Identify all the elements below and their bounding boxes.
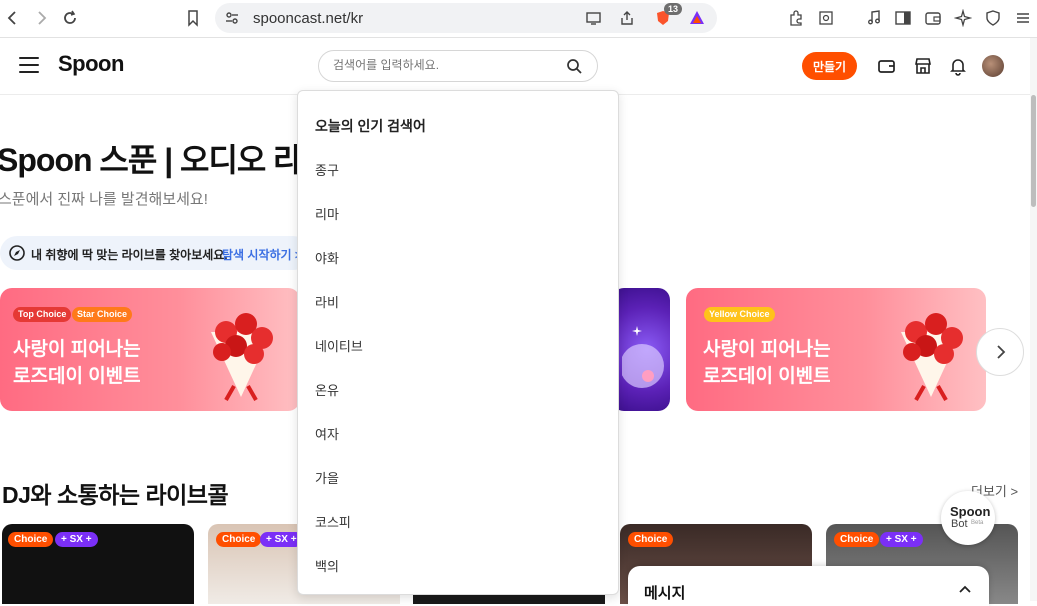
search-icon[interactable] — [565, 57, 583, 75]
event-banner[interactable]: Top Choice Star Choice 사랑이 피어나는 로즈데이 이벤트 — [0, 288, 300, 411]
page-subtitle: 스푼에서 진짜 나를 발견해보세요! — [0, 191, 208, 208]
yellow-choice-tag: Yellow Choice — [704, 307, 775, 322]
install-app-icon[interactable] — [583, 7, 605, 29]
decoration-icon — [622, 326, 664, 388]
spoonbot-beta: Beta — [971, 520, 984, 526]
section-title: DJ와 소통하는 라이브콜 — [2, 482, 229, 508]
choice-badge: Choice — [216, 532, 262, 547]
brave-rewards-icon[interactable] — [686, 7, 708, 29]
address-bar[interactable]: spooncast.net/kr 13 — [215, 3, 717, 33]
banner-title: 사랑이 피어나는 로즈데이 이벤트 — [13, 339, 141, 387]
popular-search-item[interactable]: 코스피 — [315, 512, 351, 531]
live-card[interactable]: Choice + SX + — [2, 524, 194, 604]
choice-badge: Choice — [628, 532, 674, 547]
browser-toolbar: spooncast.net/kr 13 — [0, 0, 1037, 38]
vpn-icon[interactable] — [982, 7, 1004, 29]
sx-badge: + SX + — [55, 532, 98, 547]
popular-search-item[interactable]: 가을 — [315, 468, 339, 487]
message-panel[interactable]: 메시지 — [628, 566, 989, 606]
explore-text: 내 취향에 딱 맞는 라이브를 찾아보세요. — [31, 248, 228, 262]
search-input[interactable] — [333, 58, 563, 72]
explore-banner[interactable]: 내 취향에 딱 맞는 라이브를 찾아보세요. 탐색 시작하기 > — [0, 236, 310, 270]
popular-search-item[interactable]: 여자 — [315, 424, 339, 443]
sidebar-icon[interactable] — [892, 7, 914, 29]
rose-bouquet-icon — [901, 313, 963, 401]
page-title: Spoon 스푼 | 오디오 라 — [0, 142, 303, 178]
scrollbar-thumb[interactable] — [1031, 95, 1036, 207]
rose-bouquet-icon — [211, 313, 273, 401]
spoonbot-label: Spoon — [950, 504, 991, 519]
spoonbot-sublabel: Bot — [951, 518, 968, 530]
search-box[interactable] — [318, 50, 598, 82]
wallet-icon[interactable] — [922, 7, 944, 29]
url-text[interactable]: spooncast.net/kr — [253, 10, 363, 27]
back-icon[interactable] — [2, 7, 24, 29]
explore-link[interactable]: 탐색 시작하기 > — [222, 246, 302, 263]
compass-icon — [9, 245, 25, 261]
share-icon[interactable] — [616, 7, 638, 29]
extensions-icon[interactable] — [785, 7, 807, 29]
leo-ai-icon[interactable] — [952, 7, 974, 29]
reader-icon[interactable] — [815, 7, 837, 29]
music-icon[interactable] — [863, 7, 885, 29]
popular-search-item[interactable]: 야화 — [315, 248, 339, 267]
banner-title: 사랑이 피어나는 로즈데이 이벤트 — [703, 339, 831, 387]
top-choice-tag: Top Choice — [13, 307, 72, 322]
notification-bell-icon[interactable] — [948, 56, 968, 76]
hamburger-menu-icon[interactable] — [19, 57, 39, 73]
event-banner-purple[interactable] — [612, 288, 670, 411]
wallet-icon[interactable] — [877, 56, 897, 76]
dropdown-heading: 오늘의 인기 검색어 — [315, 118, 426, 134]
site-header: Spoon 만들기 — [0, 38, 1030, 95]
popular-search-item[interactable]: 라비 — [315, 292, 339, 311]
event-banner[interactable]: Yellow Choice 사랑이 피어나는 로즈데이 이벤트 — [686, 288, 986, 411]
chevron-up-icon[interactable] — [957, 581, 973, 597]
message-panel-title: 메시지 — [644, 585, 686, 602]
choice-badge: Choice — [8, 532, 54, 547]
popular-search-item[interactable]: 네이티브 — [315, 336, 363, 355]
choice-badge: Choice — [834, 532, 880, 547]
spoonbot-button[interactable]: Spoon Bot Beta — [941, 491, 995, 545]
page-scrollbar[interactable] — [1030, 38, 1037, 601]
popular-search-item[interactable]: 백의 — [315, 556, 339, 575]
bookmark-icon[interactable] — [182, 7, 204, 29]
spoon-logo[interactable]: Spoon — [58, 51, 124, 77]
sx-badge: + SX + — [880, 532, 923, 547]
make-button[interactable]: 만들기 — [802, 52, 857, 80]
popular-search-item[interactable]: 종구 — [315, 160, 339, 179]
shield-count-badge: 13 — [664, 3, 683, 15]
popular-search-dropdown: 오늘의 인기 검색어 종구 리마 야화 라비 네이티브 온유 여자 가을 코스피… — [297, 90, 619, 595]
popular-search-item[interactable]: 리마 — [315, 204, 339, 223]
star-choice-tag: Star Choice — [72, 307, 133, 322]
popular-search-item[interactable]: 온유 — [315, 380, 339, 399]
user-avatar[interactable] — [982, 55, 1004, 77]
reload-icon[interactable] — [59, 7, 81, 29]
forward-icon[interactable] — [30, 7, 52, 29]
site-settings-icon[interactable] — [221, 7, 243, 29]
store-icon[interactable] — [913, 56, 933, 76]
carousel-next-button[interactable] — [976, 328, 1024, 376]
chevron-right-icon — [997, 345, 1006, 359]
menu-icon[interactable] — [1012, 7, 1034, 29]
